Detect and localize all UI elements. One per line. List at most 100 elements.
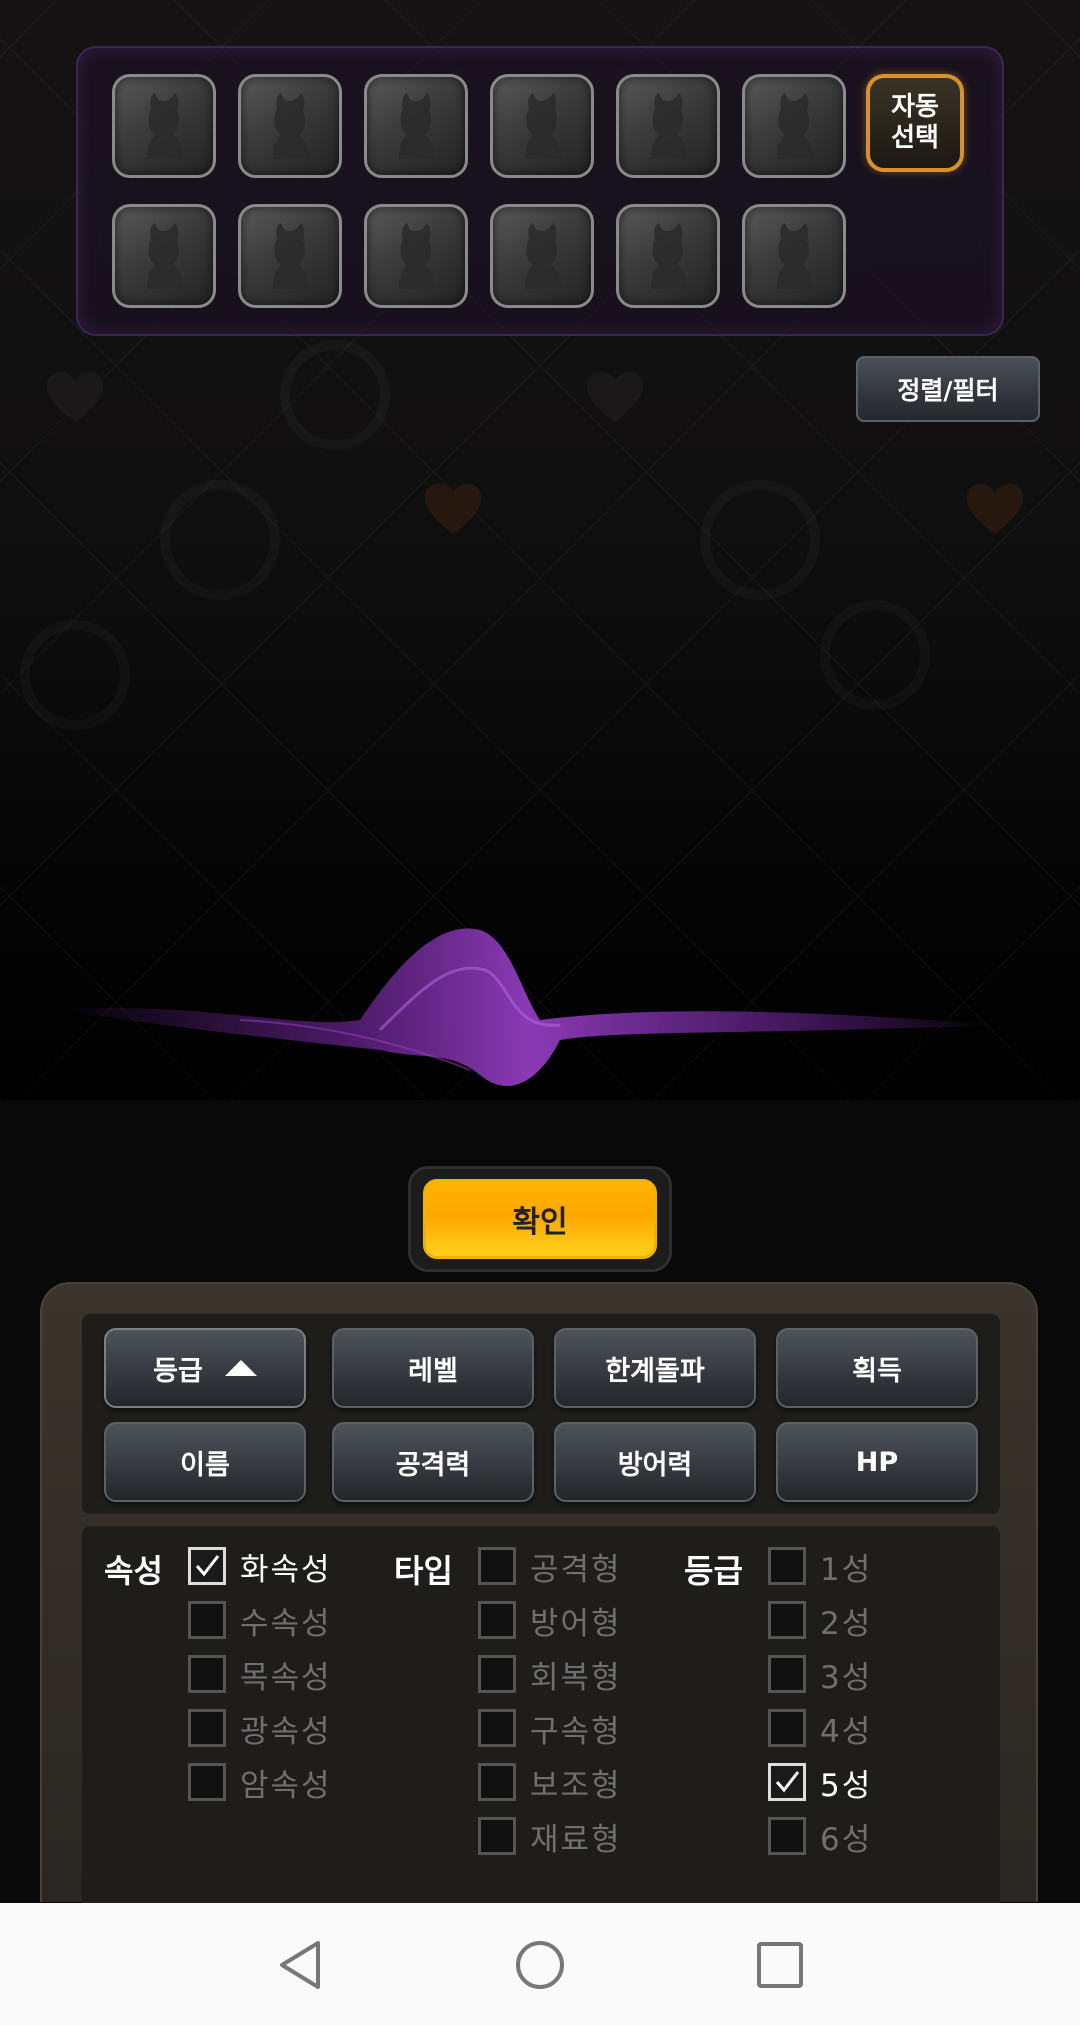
character-slot[interactable] xyxy=(616,204,720,308)
character-slot[interactable] xyxy=(238,204,342,308)
sort-button-limit-break[interactable]: 한계돌파 xyxy=(554,1328,756,1408)
filter-option-type[interactable]: 방어형 xyxy=(478,1600,622,1642)
filter-option-label: 암속성 xyxy=(240,1767,332,1804)
character-slot[interactable] xyxy=(742,204,846,308)
character-silhouette-icon xyxy=(399,93,435,159)
filter-option-type[interactable]: 보조형 xyxy=(478,1762,622,1804)
filter-option-label: 재료형 xyxy=(530,1821,622,1858)
home-circle-icon[interactable] xyxy=(514,1939,566,1991)
filter-option-grade[interactable]: 5성 xyxy=(768,1762,872,1804)
checkbox[interactable] xyxy=(188,1709,226,1747)
checkbox[interactable] xyxy=(768,1817,806,1855)
checkbox[interactable] xyxy=(478,1709,516,1747)
back-triangle-icon[interactable] xyxy=(274,1939,326,1991)
character-slot[interactable] xyxy=(742,74,846,178)
character-silhouette-icon xyxy=(525,223,561,289)
character-slot[interactable] xyxy=(364,74,468,178)
auto-select-button[interactable]: 자동 선택 xyxy=(866,74,964,172)
filter-option-attribute[interactable]: 목속성 xyxy=(188,1654,332,1696)
character-silhouette-icon xyxy=(273,93,309,159)
filter-option-type[interactable]: 재료형 xyxy=(478,1816,622,1858)
sort-button-hp[interactable]: HP xyxy=(776,1422,978,1502)
checkbox[interactable] xyxy=(768,1601,806,1639)
character-silhouette-icon xyxy=(525,93,561,159)
filter-option-grade[interactable]: 6성 xyxy=(768,1816,873,1858)
filter-option-label: 목속성 xyxy=(240,1659,332,1696)
filter-option-attribute[interactable]: 암속성 xyxy=(188,1762,332,1804)
filter-option-grade[interactable]: 2성 xyxy=(768,1600,872,1642)
sort-button-name[interactable]: 이름 xyxy=(104,1422,306,1502)
checkbox[interactable] xyxy=(188,1601,226,1639)
filter-option-attribute[interactable]: 광속성 xyxy=(188,1708,332,1750)
sort-button-grade[interactable]: 등급 xyxy=(104,1328,306,1408)
character-slot[interactable] xyxy=(490,74,594,178)
filter-option-type[interactable]: 회복형 xyxy=(478,1654,622,1696)
character-silhouette-icon xyxy=(147,223,183,289)
filter-option-type[interactable]: 구속형 xyxy=(478,1708,622,1750)
recents-square-icon[interactable] xyxy=(754,1939,806,1991)
character-slot[interactable] xyxy=(112,74,216,178)
filter-option-label: 공격형 xyxy=(530,1551,622,1588)
sort-filter-panel: 등급 레벨 한계돌파 획득 이름 공격력 방어력 HP 속성 타입 등급 화속성… xyxy=(40,1282,1038,1906)
checkbox[interactable] xyxy=(768,1547,806,1585)
heart-icon xyxy=(424,483,482,534)
checkbox[interactable] xyxy=(188,1547,226,1585)
filter-option-attribute[interactable]: 수속성 xyxy=(188,1600,332,1642)
checkbox[interactable] xyxy=(768,1709,806,1747)
character-slot[interactable] xyxy=(364,204,468,308)
heart-icon xyxy=(586,371,644,422)
sort-button-attack[interactable]: 공격력 xyxy=(332,1422,534,1502)
sort-button-label: 공격력 xyxy=(395,1449,471,1481)
filter-option-label: 3성 xyxy=(820,1659,873,1696)
checkbox[interactable] xyxy=(478,1817,516,1855)
checkbox[interactable] xyxy=(478,1655,516,1693)
confirm-button[interactable]: 확인 xyxy=(423,1179,657,1259)
character-silhouette-icon xyxy=(147,93,183,159)
sort-button-level[interactable]: 레벨 xyxy=(332,1328,534,1408)
character-slot[interactable] xyxy=(112,204,216,308)
checkmark-icon xyxy=(195,1555,220,1577)
heart-icon xyxy=(966,483,1024,534)
auto-select-label-line1: 자동 xyxy=(891,92,939,122)
swirl-pattern xyxy=(700,480,820,600)
swirl-pattern xyxy=(160,480,280,600)
sort-button-label: 방어력 xyxy=(617,1449,693,1481)
checkbox[interactable] xyxy=(768,1763,806,1801)
filter-option-label: 방어형 xyxy=(530,1605,622,1642)
sort-button-label: 이름 xyxy=(180,1449,230,1481)
filter-option-label: 6성 xyxy=(820,1821,873,1858)
checkbox[interactable] xyxy=(768,1655,806,1693)
sort-button-label: 등급 xyxy=(153,1355,203,1387)
character-silhouette-icon xyxy=(651,223,687,289)
filter-option-grade[interactable]: 4성 xyxy=(768,1708,873,1750)
sort-button-defense[interactable]: 방어력 xyxy=(554,1422,756,1502)
character-silhouette-icon xyxy=(651,93,687,159)
checkbox[interactable] xyxy=(478,1601,516,1639)
filter-option-attribute[interactable]: 화속성 xyxy=(188,1546,332,1588)
sort-button-acquired[interactable]: 획득 xyxy=(776,1328,978,1408)
character-slot[interactable] xyxy=(238,74,342,178)
checkbox[interactable] xyxy=(478,1763,516,1801)
filter-option-label: 광속성 xyxy=(240,1713,332,1750)
confirm-button-frame: 확인 xyxy=(408,1166,672,1272)
character-silhouette-icon xyxy=(777,93,813,159)
checkbox[interactable] xyxy=(478,1547,516,1585)
auto-select-label-line2: 선택 xyxy=(891,123,939,153)
checkbox[interactable] xyxy=(188,1655,226,1693)
filter-option-label: 4성 xyxy=(820,1713,873,1750)
character-silhouette-icon xyxy=(777,223,813,289)
character-slot[interactable] xyxy=(616,74,720,178)
sort-filter-button[interactable]: 정렬/필터 xyxy=(856,356,1040,422)
heart-icon xyxy=(46,371,104,422)
filter-option-grade[interactable]: 3성 xyxy=(768,1654,873,1696)
filter-option-type[interactable]: 공격형 xyxy=(478,1546,622,1588)
sort-button-label: 획득 xyxy=(852,1355,902,1387)
filter-option-label: 화속성 xyxy=(240,1551,332,1588)
character-silhouette-icon xyxy=(399,223,435,289)
filter-options-box: 속성 타입 등급 화속성 수속성 목속성 광속성 암속성 공격형 방어형 회복형 구속형 보조형 재… xyxy=(82,1526,1000,1906)
checkbox[interactable] xyxy=(188,1763,226,1801)
character-slot[interactable] xyxy=(490,204,594,308)
character-silhouette-icon xyxy=(273,223,309,289)
triangle-up-icon xyxy=(224,1360,257,1376)
filter-option-grade[interactable]: 1성 xyxy=(768,1546,872,1588)
